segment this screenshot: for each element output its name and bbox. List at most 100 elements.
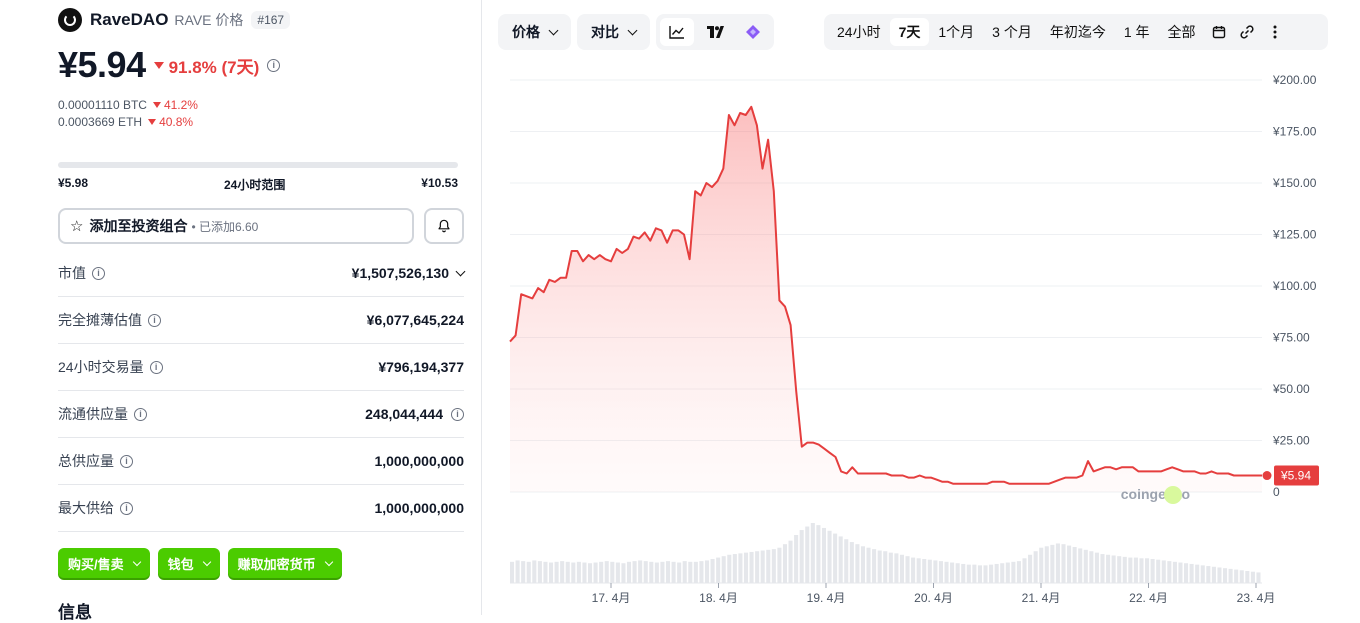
volume-bar xyxy=(983,565,988,583)
volume-bar xyxy=(1117,556,1122,583)
volume-bar xyxy=(643,561,648,583)
earn-crypto-button[interactable]: 赚取加密货币 xyxy=(227,548,342,578)
volume-bar xyxy=(894,553,899,583)
volume-bar xyxy=(1189,563,1194,583)
range-24h-bar xyxy=(58,162,458,168)
share-link-button[interactable] xyxy=(1233,18,1261,46)
chevron-down-icon xyxy=(202,557,211,566)
volume-bar xyxy=(860,546,866,583)
price-dropdown-label: 价格 xyxy=(512,24,540,40)
info-icon[interactable]: i xyxy=(92,266,105,280)
compare-dropdown-label: 对比 xyxy=(591,24,619,40)
volume-bar xyxy=(1161,560,1166,583)
range-3m-button[interactable]: 3 个月 xyxy=(983,18,1041,46)
range-24h-low: ¥5.98 xyxy=(58,176,89,190)
volume-bar xyxy=(1028,554,1033,583)
volume-bar xyxy=(699,561,704,583)
volume-bar xyxy=(1039,547,1044,583)
volume-bar xyxy=(1016,561,1021,583)
info-icon[interactable]: i xyxy=(149,360,163,374)
volume-bar xyxy=(615,562,620,583)
chart-type-switcher xyxy=(656,14,774,50)
eth-price-row: 0.0003669 ETH 40.8% xyxy=(58,115,193,129)
range-all-button[interactable]: 全部 xyxy=(1159,18,1205,46)
range-1y-button[interactable]: 1 年 xyxy=(1115,18,1159,46)
chevron-down-icon xyxy=(132,557,141,566)
chevron-down-icon[interactable] xyxy=(455,266,466,276)
info-icon[interactable]: i xyxy=(267,58,281,72)
volume-bar xyxy=(955,563,960,583)
calendar-button[interactable] xyxy=(1205,18,1233,46)
range-7d-button[interactable]: 7天 xyxy=(889,18,930,46)
info-icon[interactable]: i xyxy=(120,454,133,468)
volume-bar xyxy=(682,561,687,583)
price-dropdown[interactable]: 价格 xyxy=(498,14,571,50)
more-options-button[interactable] xyxy=(1261,18,1289,46)
price-chart[interactable]: ¥200.00 ¥175.00 ¥150.00 ¥125.00 ¥100.00 ¥75.0… xyxy=(490,60,1350,610)
range-1m-button[interactable]: 1个月 xyxy=(929,18,983,46)
current-price: ¥5.94 xyxy=(58,44,146,85)
volume-bar xyxy=(1083,549,1088,583)
wallet-label: 钱包 xyxy=(167,556,194,572)
range-24h-title: 24小时范围 xyxy=(223,178,286,192)
y-tick-label: ¥75.00 xyxy=(1272,331,1310,345)
panel-divider xyxy=(481,0,482,615)
volume-bar xyxy=(1228,568,1233,583)
volume-bar xyxy=(1145,558,1150,583)
volume-bar xyxy=(838,536,843,583)
volume-bar xyxy=(1200,565,1205,583)
line-chart-button[interactable] xyxy=(660,18,694,46)
volume-bar xyxy=(1106,554,1111,583)
volume-bar xyxy=(537,561,542,583)
info-icon[interactable]: i xyxy=(451,407,464,421)
volume-bar xyxy=(721,556,726,583)
volume-bar xyxy=(989,564,994,583)
volume-bar xyxy=(899,554,904,583)
range-ytd-button[interactable]: 年初迄今 xyxy=(1041,18,1115,46)
coin-logo-icon xyxy=(58,8,82,32)
volume-bar xyxy=(1111,555,1116,583)
eth-change: 40.8% xyxy=(148,115,193,129)
x-tick-label: 21. 4月 xyxy=(1022,591,1061,605)
y-tick-label: ¥200.00 xyxy=(1272,73,1317,87)
more-vertical-icon xyxy=(1273,25,1277,39)
chart-toolbar-left: 价格 对比 xyxy=(498,14,774,50)
wallet-button[interactable]: 钱包 xyxy=(157,548,220,578)
volume-bar xyxy=(582,562,587,583)
volume-bar xyxy=(1195,564,1200,583)
volume-bar xyxy=(883,551,888,583)
y-tick-label: ¥175.00 xyxy=(1272,125,1317,139)
chevron-down-icon xyxy=(548,25,559,35)
volume-bar xyxy=(977,565,982,583)
info-icon[interactable]: i xyxy=(134,407,147,421)
earn-crypto-label: 赚取加密货币 xyxy=(237,556,316,572)
volume-bar xyxy=(849,542,854,583)
volume-bar xyxy=(966,564,971,583)
volume-bar xyxy=(1055,543,1060,583)
tradingview-button[interactable] xyxy=(698,18,732,46)
y-tick-label: ¥50.00 xyxy=(1272,382,1310,396)
volume-bar xyxy=(877,550,882,583)
volume-bar xyxy=(1067,545,1072,583)
y-tick-label: 0 xyxy=(1273,485,1280,499)
volume-bar xyxy=(732,554,737,583)
ai-insight-button[interactable] xyxy=(736,18,770,46)
stat-row-circulating-supply: 流通供应量 i 248,044,444 i xyxy=(58,391,464,438)
volume-bar xyxy=(565,561,570,583)
volume-bar xyxy=(738,553,743,583)
buy-sell-button[interactable]: 购买/售卖 xyxy=(58,548,150,578)
info-icon[interactable]: i xyxy=(148,313,161,327)
x-tick-label: 17. 4月 xyxy=(592,591,631,605)
volume-bar xyxy=(799,530,804,583)
compare-dropdown[interactable]: 对比 xyxy=(577,14,650,50)
stat-label: 市值 xyxy=(58,265,86,281)
volume-bar xyxy=(649,561,654,583)
stat-label: 流通供应量 xyxy=(58,406,128,422)
info-icon[interactable]: i xyxy=(120,501,133,515)
range-24h-button[interactable]: 24小时 xyxy=(828,18,890,46)
price-row: ¥5.94 91.8% (7天) i xyxy=(58,44,281,86)
volume-bar xyxy=(543,561,548,583)
stat-label: 总供应量 xyxy=(58,453,114,469)
add-to-portfolio-button[interactable]: ☆ 添加至投资组合 • 已添加6.60 xyxy=(58,208,414,244)
price-alert-button[interactable] xyxy=(424,208,464,244)
